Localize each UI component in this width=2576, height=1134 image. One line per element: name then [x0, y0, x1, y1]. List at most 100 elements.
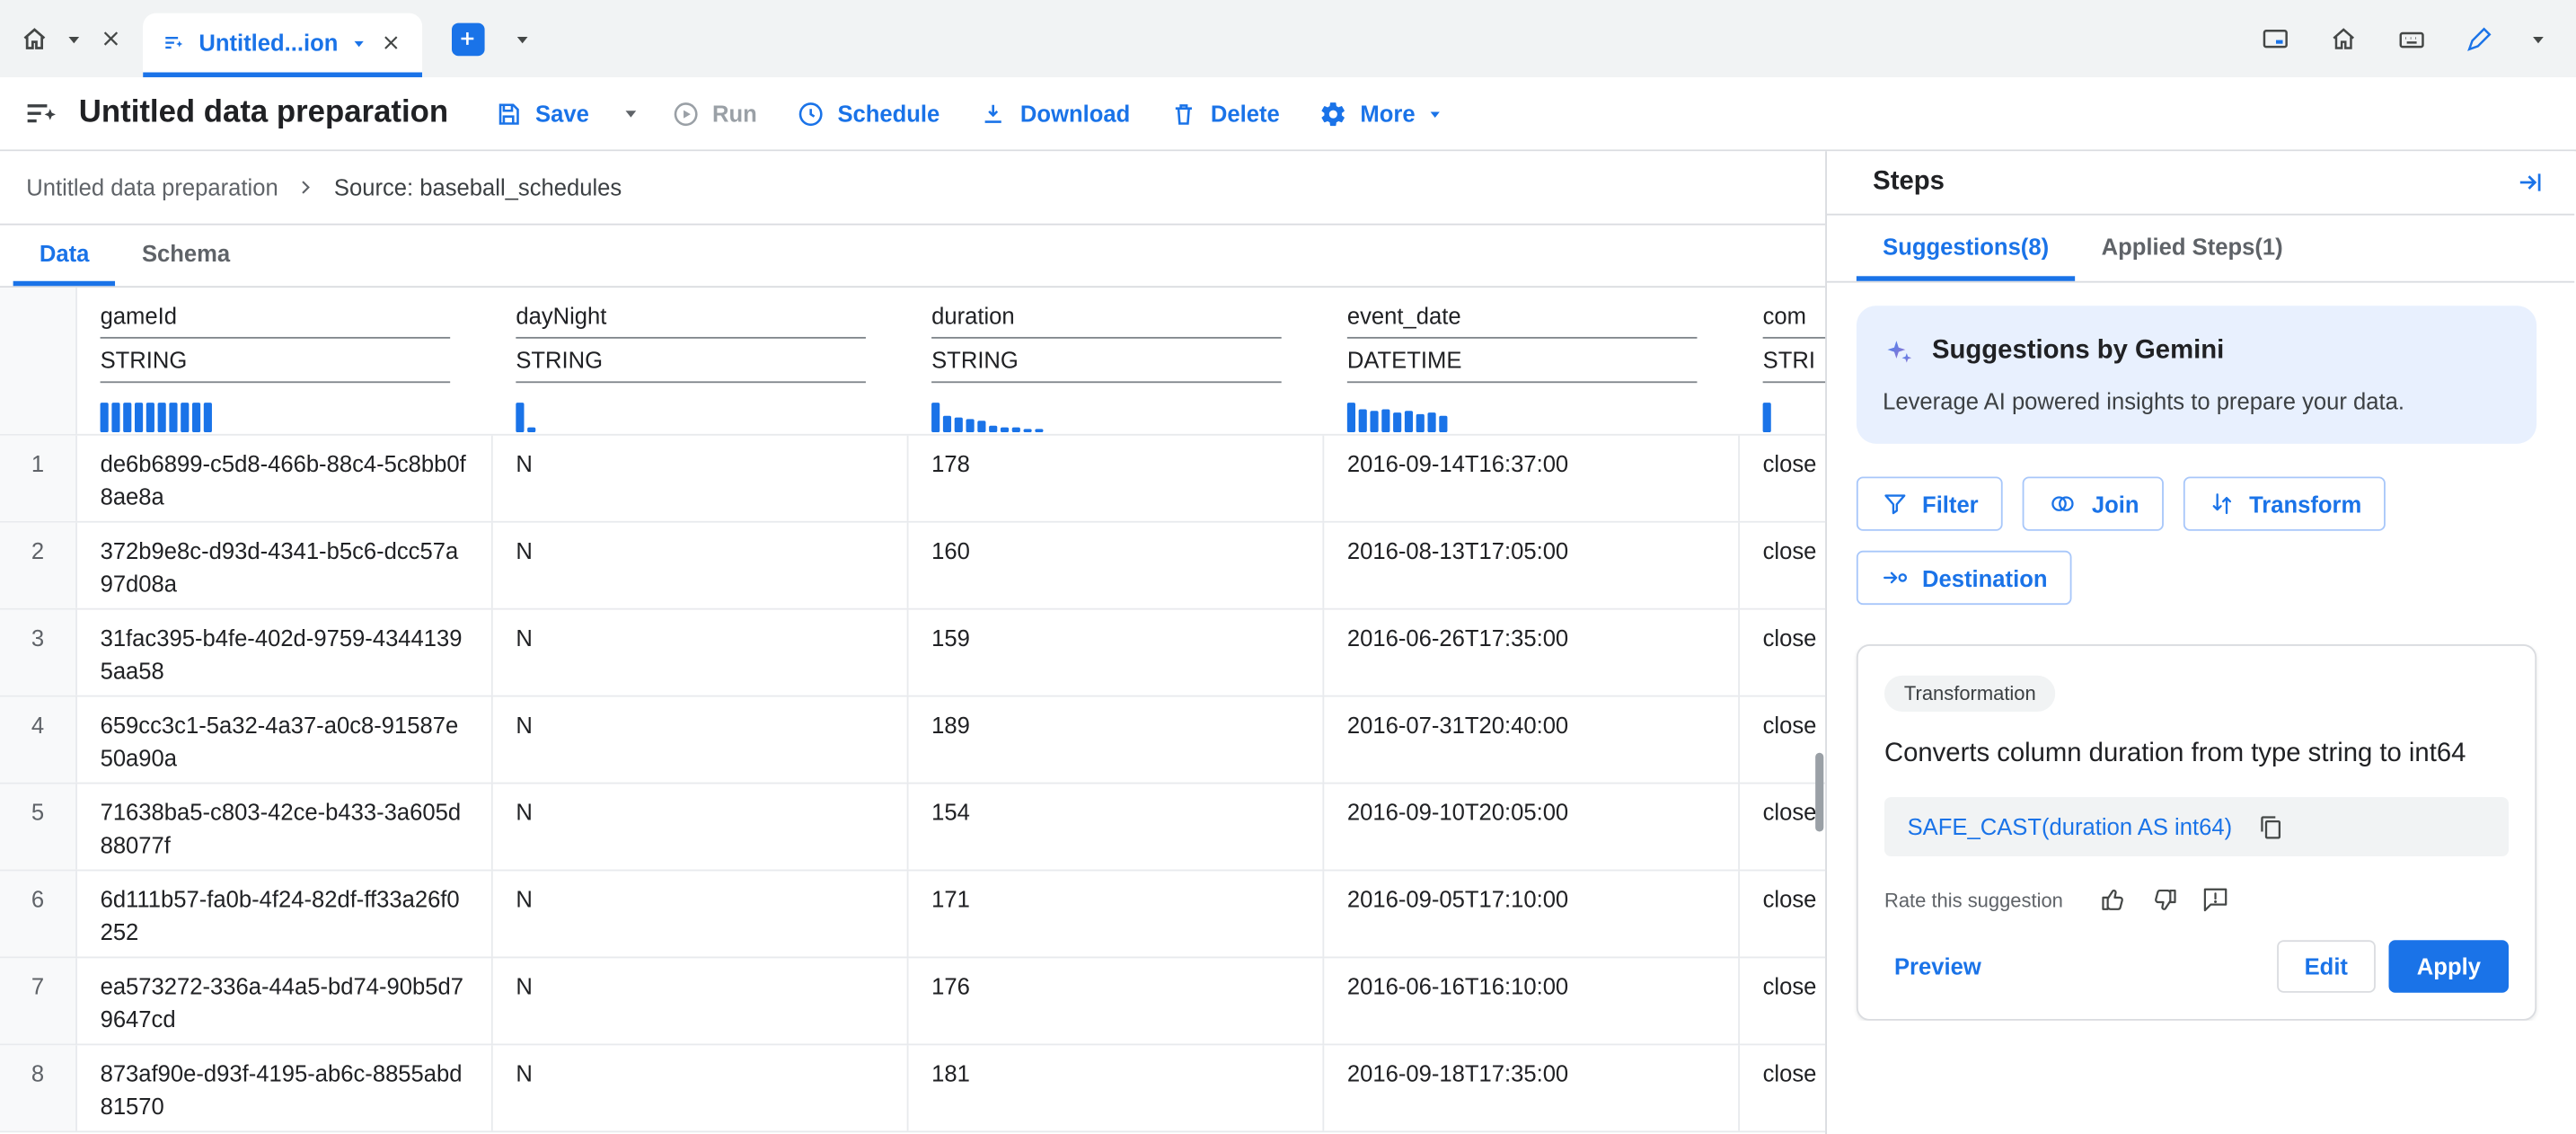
cell-duration[interactable]: 159	[908, 610, 1324, 695]
column-header-dayNight[interactable]: dayNight STRING	[493, 288, 909, 434]
collapse-panel-icon[interactable]	[2512, 164, 2548, 200]
save-options-caret[interactable]	[609, 107, 652, 120]
cell-dayNight[interactable]: N	[493, 610, 909, 695]
thumbs-down-icon[interactable]	[2150, 886, 2178, 914]
cell-gameId[interactable]: de6b6899-c5d8-466b-88c4-5c8bb0f8ae8a	[77, 436, 493, 521]
column-name[interactable]: com	[1763, 301, 1827, 339]
column-type[interactable]: STRING	[931, 345, 1282, 383]
column-type[interactable]: STRING	[101, 345, 451, 383]
column-type[interactable]: DATETIME	[1347, 345, 1698, 383]
home-tab-close-icon[interactable]	[99, 26, 123, 50]
suggestion-chip-join[interactable]: Join	[2023, 476, 2164, 530]
home-tab-caret-icon[interactable]	[66, 32, 82, 46]
cell-duration[interactable]: 160	[908, 523, 1324, 608]
cell-duration[interactable]: 189	[908, 697, 1324, 783]
download-button[interactable]: Download	[959, 84, 1150, 143]
cell-gameId[interactable]: ea573272-336a-44a5-bd74-90b5d79647cd	[77, 958, 493, 1043]
suggestion-chip-destination[interactable]: Destination	[1857, 551, 2072, 605]
cell-com[interactable]: close	[1740, 1045, 1827, 1130]
cell-com[interactable]: close	[1740, 610, 1827, 695]
cell-dayNight[interactable]: N	[493, 784, 909, 869]
cell-dayNight[interactable]: N	[493, 958, 909, 1043]
tab-schema[interactable]: Schema	[116, 226, 257, 287]
column-header-gameId[interactable]: gameId STRING	[77, 288, 493, 434]
cell-gameId[interactable]: 6d111b57-fa0b-4f24-82df-ff33a26f0252	[77, 871, 493, 956]
magic-pen-caret-icon[interactable]	[2530, 32, 2546, 46]
cell-event_date[interactable]: 2016-07-31T20:40:00	[1324, 697, 1740, 783]
home-icon[interactable]	[2328, 24, 2360, 54]
breadcrumb-source[interactable]: Source: baseball_schedules	[334, 174, 622, 200]
cell-com[interactable]: close	[1740, 436, 1827, 521]
cell-gameId[interactable]: 873af90e-d93f-4195-ab6c-8855abd81570	[77, 1045, 493, 1130]
tab-data[interactable]: Data	[13, 226, 116, 287]
column-name[interactable]: gameId	[101, 301, 451, 339]
column-name[interactable]: dayNight	[516, 301, 866, 339]
cell-duration[interactable]: 176	[908, 958, 1324, 1043]
cell-duration[interactable]: 178	[908, 436, 1324, 521]
tab-suggestions[interactable]: Suggestions(8)	[1857, 216, 2075, 281]
tab-close-icon[interactable]	[379, 31, 402, 55]
column-header-event_date[interactable]: event_date DATETIME	[1324, 288, 1740, 434]
cell-event_date[interactable]: 2016-09-10T20:05:00	[1324, 784, 1740, 869]
cell-gameId[interactable]: 71638ba5-c803-42ce-b433-3a605d88077f	[77, 784, 493, 869]
active-editor-tab[interactable]: Untitled...ion	[143, 13, 422, 77]
cell-duration[interactable]: 154	[908, 784, 1324, 869]
sql-expression[interactable]: SAFE_CAST(duration AS int64)	[1908, 813, 2233, 839]
column-header-com[interactable]: com STRI	[1740, 288, 1827, 434]
column-name[interactable]: event_date	[1347, 301, 1698, 339]
suggestion-chip-filter[interactable]: Filter	[1857, 476, 2003, 530]
cell-event_date[interactable]: 2016-09-05T17:10:00	[1324, 871, 1740, 956]
cell-event_date[interactable]: 2016-09-18T17:35:00	[1324, 1045, 1740, 1130]
more-button[interactable]: More	[1300, 84, 1463, 143]
new-tab-button[interactable]	[452, 22, 485, 56]
column-name[interactable]: duration	[931, 301, 1282, 339]
magic-pen-icon[interactable]	[2465, 24, 2494, 54]
schedule-button[interactable]: Schedule	[777, 84, 959, 143]
thumbs-up-icon[interactable]	[2099, 886, 2127, 914]
tab-applied-steps[interactable]: Applied Steps(1)	[2075, 216, 2309, 281]
cell-dayNight[interactable]: N	[493, 436, 909, 521]
cell-dayNight[interactable]: N	[493, 523, 909, 608]
data-prep-tab-icon	[163, 31, 186, 55]
cell-event_date[interactable]: 2016-06-16T16:10:00	[1324, 958, 1740, 1043]
cell-dayNight[interactable]: N	[493, 697, 909, 783]
tab-list-caret-icon[interactable]	[514, 32, 530, 46]
cell-event_date[interactable]: 2016-09-14T16:37:00	[1324, 436, 1740, 521]
home-tab-icon[interactable]	[20, 24, 49, 54]
tab-caret-icon[interactable]	[351, 37, 366, 49]
destination-icon	[1881, 563, 1909, 591]
cell-com[interactable]: close	[1740, 958, 1827, 1043]
column-type[interactable]: STRING	[516, 345, 866, 383]
console-icon[interactable]	[2259, 24, 2292, 54]
cell-dayNight[interactable]: N	[493, 871, 909, 956]
delete-button[interactable]: Delete	[1150, 84, 1300, 143]
cell-gameId[interactable]: 659cc3c1-5a32-4a37-a0c8-91587e50a90a	[77, 697, 493, 783]
cell-gameId[interactable]: 31fac395-b4fe-402d-9759-43441395aa58	[77, 610, 493, 695]
run-icon	[671, 100, 699, 128]
cell-duration[interactable]: 181	[908, 1045, 1324, 1130]
join-icon	[2047, 490, 2078, 518]
run-button[interactable]: Run	[651, 84, 776, 143]
preview-link[interactable]: Preview	[1884, 953, 1981, 979]
edit-button[interactable]: Edit	[2277, 940, 2377, 993]
cell-com[interactable]: close	[1740, 523, 1827, 608]
cell-com[interactable]: close	[1740, 697, 1827, 783]
cell-duration[interactable]: 171	[908, 871, 1324, 956]
breadcrumb-root[interactable]: Untitled data preparation	[26, 174, 278, 200]
cell-com[interactable]: close	[1740, 784, 1827, 869]
vertical-scrollbar[interactable]	[1815, 753, 1823, 832]
keyboard-shortcuts-icon[interactable]	[2395, 24, 2429, 54]
cell-com[interactable]: close	[1740, 871, 1827, 956]
feedback-icon[interactable]	[2201, 886, 2229, 914]
column-type[interactable]: STRI	[1763, 345, 1827, 383]
cell-dayNight[interactable]: N	[493, 1045, 909, 1130]
suggestion-chip-transform[interactable]: Transform	[2183, 476, 2386, 530]
apply-button[interactable]: Apply	[2389, 940, 2509, 993]
cell-event_date[interactable]: 2016-08-13T17:05:00	[1324, 523, 1740, 608]
row-number: 2	[0, 523, 77, 608]
cell-gameId[interactable]: 372b9e8c-d93d-4341-b5c6-dcc57a97d08a	[77, 523, 493, 608]
save-button[interactable]: Save	[474, 84, 608, 143]
cell-event_date[interactable]: 2016-06-26T17:35:00	[1324, 610, 1740, 695]
copy-icon[interactable]	[2258, 814, 2282, 838]
column-header-duration[interactable]: duration STRING	[908, 288, 1324, 434]
